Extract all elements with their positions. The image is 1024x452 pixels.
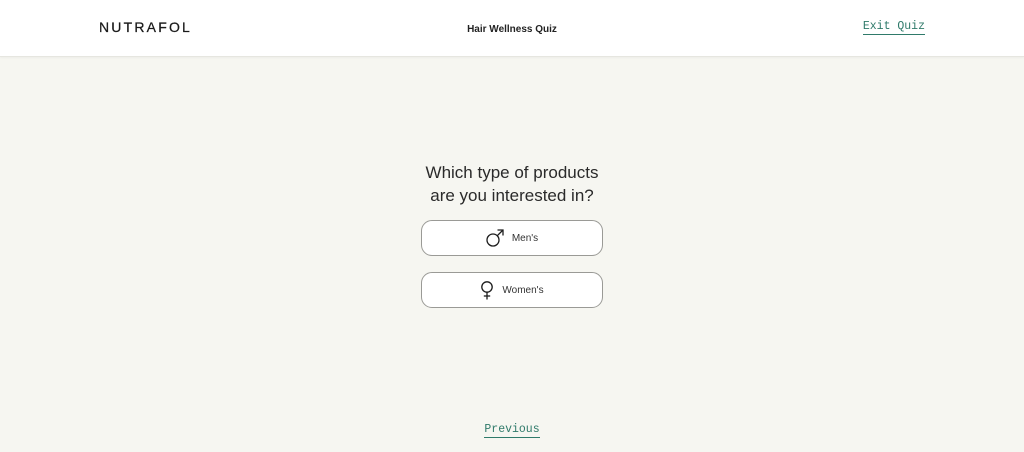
mens-option-label: Men's: [511, 233, 539, 244]
womens-option-button[interactable]: Women's: [421, 272, 603, 308]
male-symbol-icon: [486, 229, 504, 247]
question-line-2: are you interested in?: [430, 186, 594, 205]
quiz-question: Which type of products are you intereste…: [0, 161, 1024, 207]
exit-quiz-link[interactable]: Exit Quiz: [862, 20, 925, 35]
mens-option-button[interactable]: Men's: [421, 220, 603, 256]
womens-option-label: Women's: [502, 285, 544, 296]
female-symbol-icon: [480, 280, 494, 300]
previous-link[interactable]: Previous: [484, 423, 540, 438]
previous-nav: Previous: [0, 419, 1024, 438]
question-line-1: Which type of products: [425, 163, 599, 182]
header: NUTRAFOL Hair Wellness Quiz Exit Quiz: [0, 0, 1024, 57]
